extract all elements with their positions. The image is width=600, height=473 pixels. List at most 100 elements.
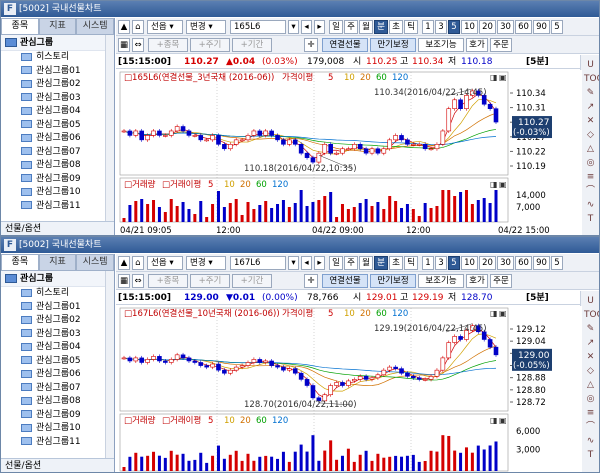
tool-btn-3[interactable]: 호가 xyxy=(466,38,488,52)
tool-btn-4[interactable]: 주문 xyxy=(490,274,512,288)
tree-item[interactable]: 관심그룹07 xyxy=(1,146,114,160)
resize-icon[interactable]: ⇔ xyxy=(132,38,144,52)
next-icon[interactable]: ▸ xyxy=(314,20,325,34)
interval-8[interactable]: 5 xyxy=(551,256,563,270)
period-5[interactable]: 틱 xyxy=(404,256,418,270)
next-icon[interactable]: ▸ xyxy=(314,256,325,270)
nav-arrow-icon[interactable]: ▲ xyxy=(118,256,130,270)
interval-4[interactable]: 20 xyxy=(479,20,496,34)
tree-item[interactable]: 관심그룹09 xyxy=(1,409,114,423)
change-select[interactable]: 변경 ▾ xyxy=(186,20,226,34)
grid-icon[interactable]: ▦ xyxy=(118,274,130,288)
tree-root[interactable]: 관심그룹 xyxy=(1,271,114,287)
prev-icon[interactable]: ◂ xyxy=(301,256,312,270)
tree-item[interactable]: 관심그룹06 xyxy=(1,368,114,382)
left-tab-1[interactable]: 지표 xyxy=(38,18,77,35)
period-2[interactable]: 월 xyxy=(359,20,373,34)
tool-btn-2[interactable]: 보조기능 xyxy=(418,274,464,288)
interval-4[interactable]: 20 xyxy=(479,256,496,270)
tree-item[interactable]: 히스토리 xyxy=(1,51,114,65)
prev-icon[interactable]: ◂ xyxy=(301,20,312,34)
drawing-tool-icon[interactable]: △ xyxy=(584,143,597,156)
drawing-tool-icon[interactable]: ∿ xyxy=(584,435,597,448)
drawing-tool-icon[interactable]: ✕ xyxy=(584,351,597,364)
drawing-tool-icon[interactable]: △ xyxy=(584,379,597,392)
interval-2[interactable]: 5 xyxy=(448,256,460,270)
period-3[interactable]: 분 xyxy=(374,20,388,34)
interval-6[interactable]: 60 xyxy=(515,20,532,34)
period-0[interactable]: 일 xyxy=(329,20,343,34)
tree-item[interactable]: 관심그룹09 xyxy=(1,173,114,187)
tool-btn-0[interactable]: 연결선물 xyxy=(322,38,368,52)
toolbar2-btn-2[interactable]: +기간 xyxy=(232,274,272,288)
tree-item[interactable]: 관심그룹02 xyxy=(1,78,114,92)
drawing-tool-icon[interactable]: ∿ xyxy=(584,199,597,212)
search-icon[interactable]: ▾ xyxy=(288,256,299,270)
tool-btn-1[interactable]: 만기보정 xyxy=(370,38,416,52)
code-input[interactable]: 165L6 xyxy=(230,20,286,34)
drawing-tool-icon[interactable]: ↗ xyxy=(584,337,597,350)
tree-item[interactable]: 관심그룹08 xyxy=(1,159,114,173)
tree-item[interactable]: 관심그룹03 xyxy=(1,92,114,106)
tool-btn-2[interactable]: 보조기능 xyxy=(418,38,464,52)
drawing-tool-icon[interactable]: ⌒ xyxy=(584,185,597,198)
drawing-tool-icon[interactable]: ◇ xyxy=(584,365,597,378)
drawing-tool-icon[interactable]: TOOL xyxy=(584,309,599,322)
period-3[interactable]: 분 xyxy=(374,256,388,270)
price-chart[interactable]: □167L6(연결선물_10년국채 (2016-06)) 가격이평 5 10 20 60 1… xyxy=(116,306,582,473)
tree-item[interactable]: 관심그룹11 xyxy=(1,436,114,450)
search-icon[interactable]: ▾ xyxy=(288,20,299,34)
resize-icon[interactable]: ⇔ xyxy=(132,274,144,288)
tool-btn-4[interactable]: 주문 xyxy=(490,38,512,52)
tree-item[interactable]: 관심그룹01 xyxy=(1,301,114,315)
tool-btn-1[interactable]: 만기보정 xyxy=(370,274,416,288)
left-tab-1[interactable]: 지표 xyxy=(38,254,77,271)
tree-item[interactable]: 히스토리 xyxy=(1,287,114,301)
tree-item[interactable]: 관심그룹01 xyxy=(1,65,114,79)
period-0[interactable]: 일 xyxy=(329,256,343,270)
toolbar2-btn-1[interactable]: +주기 xyxy=(190,274,230,288)
interval-7[interactable]: 90 xyxy=(533,256,550,270)
period-2[interactable]: 월 xyxy=(359,256,373,270)
tool-btn-3[interactable]: 호가 xyxy=(466,274,488,288)
drawing-tool-icon[interactable]: ≡ xyxy=(584,407,597,420)
tree-scrollbar[interactable] xyxy=(105,35,114,221)
tree-item[interactable]: 관심그룹06 xyxy=(1,132,114,146)
interval-3[interactable]: 10 xyxy=(461,20,478,34)
market-select[interactable]: 선옵 ▾ xyxy=(147,20,183,34)
toolbar2-btn-1[interactable]: +주기 xyxy=(190,38,230,52)
interval-1[interactable]: 3 xyxy=(435,256,447,270)
interval-5[interactable]: 30 xyxy=(497,256,514,270)
tree-bottom[interactable]: 선물/옵션 xyxy=(1,221,114,235)
drawing-tool-icon[interactable]: T xyxy=(584,449,597,462)
code-input[interactable]: 167L6 xyxy=(230,256,286,270)
toolbar2-btn-2[interactable]: +기간 xyxy=(232,38,272,52)
left-tab-0[interactable]: 종목 xyxy=(1,254,39,271)
interval-2[interactable]: 5 xyxy=(448,20,460,34)
drawing-tool-icon[interactable]: T xyxy=(584,213,597,226)
drawing-tool-icon[interactable]: TOOL xyxy=(584,73,599,86)
tree-item[interactable]: 관심그룹03 xyxy=(1,328,114,342)
price-chart[interactable]: □165L6(연결선물_3년국채 (2016-06)) 가격이평 5 10 20 60 12… xyxy=(116,70,582,236)
tool-btn-0[interactable]: 연결선물 xyxy=(322,274,368,288)
crosshair-icon[interactable]: ✛ xyxy=(304,274,318,288)
drawing-tool-icon[interactable]: ◎ xyxy=(584,393,597,406)
interval-0[interactable]: 1 xyxy=(422,256,434,270)
tree-item[interactable]: 관심그룹04 xyxy=(1,105,114,119)
crosshair-icon[interactable]: ✛ xyxy=(304,38,318,52)
toolbar2-btn-0[interactable]: +종목 xyxy=(148,38,188,52)
lock-icon[interactable]: ⌂ xyxy=(132,20,144,34)
interval-1[interactable]: 3 xyxy=(435,20,447,34)
tree-item[interactable]: 관심그룹07 xyxy=(1,382,114,396)
drawing-tool-icon[interactable]: ◇ xyxy=(584,129,597,142)
drawing-tool-icon[interactable]: ≡ xyxy=(584,171,597,184)
drawing-tool-icon[interactable]: ✎ xyxy=(584,323,597,336)
tree-item[interactable]: 관심그룹04 xyxy=(1,341,114,355)
tree-item[interactable]: 관심그룹08 xyxy=(1,395,114,409)
drawing-tool-icon[interactable]: U xyxy=(584,59,597,72)
tree-item[interactable]: 관심그룹05 xyxy=(1,119,114,133)
chart-area[interactable]: □165L6(연결선물_3년국채 (2016-06)) 가격이평 5 10 20 60 12… xyxy=(116,70,582,236)
period-4[interactable]: 초 xyxy=(389,20,403,34)
tree-scrollbar[interactable] xyxy=(105,271,114,458)
drawing-tool-icon[interactable]: ✎ xyxy=(584,87,597,100)
